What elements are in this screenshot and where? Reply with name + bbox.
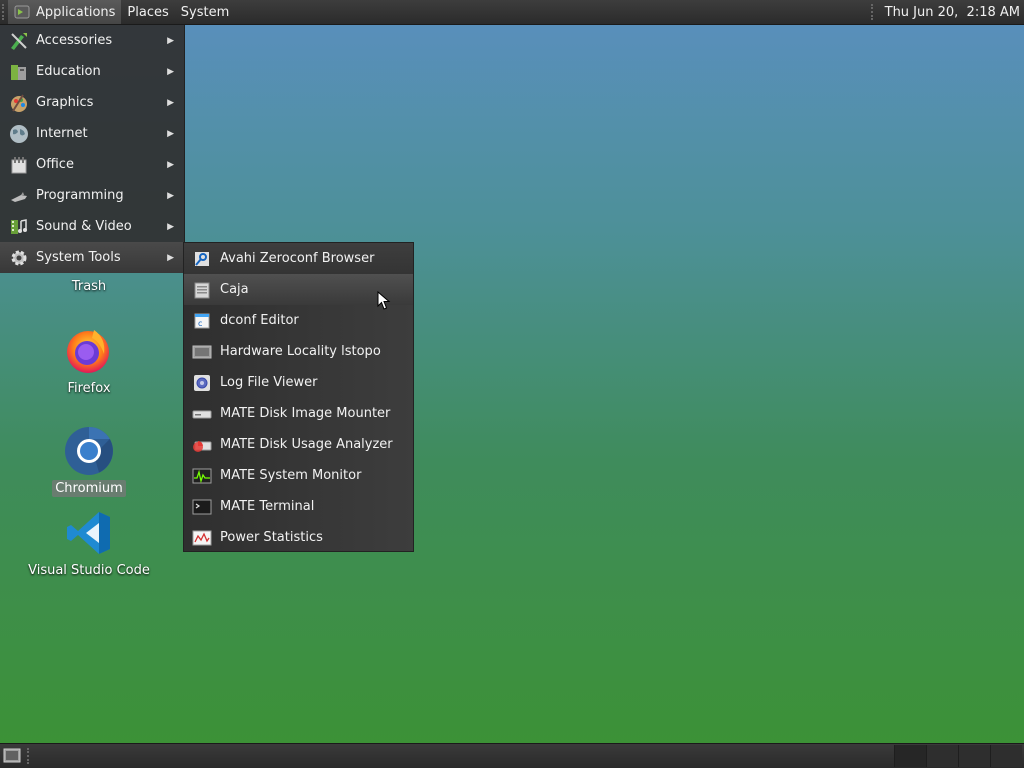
panel-handle[interactable] [27,748,29,764]
education-icon [8,61,30,83]
desktop-icon-trash[interactable]: Trash [24,278,154,295]
workspace-1[interactable] [894,745,926,767]
sound-video-icon [8,216,30,238]
menu-item-mate-terminal[interactable]: MATE Terminal [184,491,413,522]
submenu-arrow-icon: ▶ [167,128,174,139]
submenu-arrow-icon: ▶ [167,35,174,46]
submenu-arrow-icon: ▶ [167,252,174,263]
lstopo-icon [191,341,213,363]
desktop-icon-label: Visual Studio Code [28,563,150,578]
menu-item-label: System Tools [36,250,121,265]
menu-item-label: Power Statistics [220,530,323,545]
menu-item-label: Hardware Locality lstopo [220,344,381,359]
desktop-icon-firefox[interactable]: Firefox [24,326,154,397]
menu-item-label: Sound & Video [36,219,132,234]
show-desktop-button[interactable] [3,748,21,763]
menu-item-graphics[interactable]: Graphics ▶ [0,87,184,118]
menu-item-label: MATE Terminal [220,499,315,514]
menu-item-office[interactable]: Office ▶ [0,149,184,180]
power-stats-icon [191,527,213,549]
menu-item-avahi-zeroconf-browser[interactable]: Avahi Zeroconf Browser [184,243,413,274]
menu-item-power-statistics[interactable]: Power Statistics [184,522,413,553]
submenu-arrow-icon: ▶ [167,190,174,201]
menu-item-label: Avahi Zeroconf Browser [220,251,375,266]
menu-item-hardware-locality-lstopo[interactable]: Hardware Locality lstopo [184,336,413,367]
menu-item-label: Education [36,64,101,79]
vscode-icon [64,508,114,558]
applications-menu-button[interactable]: Applications [8,0,122,24]
menu-item-label: Programming [36,188,124,203]
menu-item-label: Graphics [36,95,94,110]
menu-item-label: Accessories [36,33,113,48]
desktop-icon-vscode[interactable]: Visual Studio Code [24,508,154,579]
applications-menu: Accessories ▶ Education ▶ Graphics ▶ Int… [0,25,185,273]
menu-item-log-file-viewer[interactable]: Log File Viewer [184,367,413,398]
log-viewer-icon [191,372,213,394]
top-panel: Applications Places System Thu Jun 20, 2… [0,0,1024,25]
panel-handle [870,4,877,20]
firefox-icon [64,326,114,376]
submenu-arrow-icon: ▶ [167,66,174,77]
menu-item-label: MATE System Monitor [220,468,362,483]
menu-item-label: Log File Viewer [220,375,318,390]
menu-item-label: Internet [36,126,88,141]
programming-icon [8,185,30,207]
menu-item-sound-video[interactable]: Sound & Video ▶ [0,211,184,242]
menu-item-mate-disk-usage-analyzer[interactable]: MATE Disk Usage Analyzer [184,429,413,460]
disk-mounter-icon [191,403,213,425]
mate-logo-icon [14,4,30,20]
system-menu-button[interactable]: System [175,0,235,24]
show-desktop-icon [3,748,21,763]
menu-item-education[interactable]: Education ▶ [0,56,184,87]
menu-item-mate-disk-image-mounter[interactable]: MATE Disk Image Mounter [184,398,413,429]
desktop-icon-label: Firefox [67,381,111,396]
system-monitor-icon [191,465,213,487]
applications-menu-label: Applications [36,4,116,20]
menu-item-label: MATE Disk Image Mounter [220,406,391,421]
submenu-arrow-icon: ▶ [167,221,174,232]
menu-item-label: MATE Disk Usage Analyzer [220,437,393,452]
menu-item-accessories[interactable]: Accessories ▶ [0,25,184,56]
accessories-icon [8,30,30,52]
menu-item-internet[interactable]: Internet ▶ [0,118,184,149]
places-menu-button[interactable]: Places [121,0,174,24]
desktop-icon-label: Trash [71,279,107,294]
office-icon [8,154,30,176]
menu-item-label: dconf Editor [220,313,299,328]
mouse-cursor-icon [377,291,391,310]
dconf-icon: c [191,310,213,332]
internet-icon [8,123,30,145]
system-tools-submenu: Avahi Zeroconf Browser Caja c dconf Edit… [183,242,414,552]
svg-text:c: c [198,319,202,328]
terminal-icon [191,496,213,518]
system-tools-icon [8,247,30,269]
menu-item-label: Office [36,157,74,172]
bottom-panel [0,743,1024,768]
workspace-4[interactable] [990,745,1022,767]
workspace-3[interactable] [958,745,990,767]
chromium-icon [64,426,114,476]
desktop-icon-chromium[interactable]: Chromium [24,426,154,497]
submenu-arrow-icon: ▶ [167,97,174,108]
desktop-icon-label: Chromium [52,480,126,497]
menu-item-system-tools[interactable]: System Tools ▶ [0,242,184,273]
menu-item-programming[interactable]: Programming ▶ [0,180,184,211]
disk-usage-icon [191,434,213,456]
submenu-arrow-icon: ▶ [167,159,174,170]
clock-applet[interactable]: Thu Jun 20, 2:18 AM [870,0,1020,24]
menu-item-label: Caja [220,282,249,297]
menu-item-mate-system-monitor[interactable]: MATE System Monitor [184,460,413,491]
avahi-icon [191,248,213,270]
workspace-2[interactable] [926,745,958,767]
caja-icon [191,279,213,301]
graphics-icon [8,92,30,114]
clock-text: Thu Jun 20, 2:18 AM [884,4,1020,20]
